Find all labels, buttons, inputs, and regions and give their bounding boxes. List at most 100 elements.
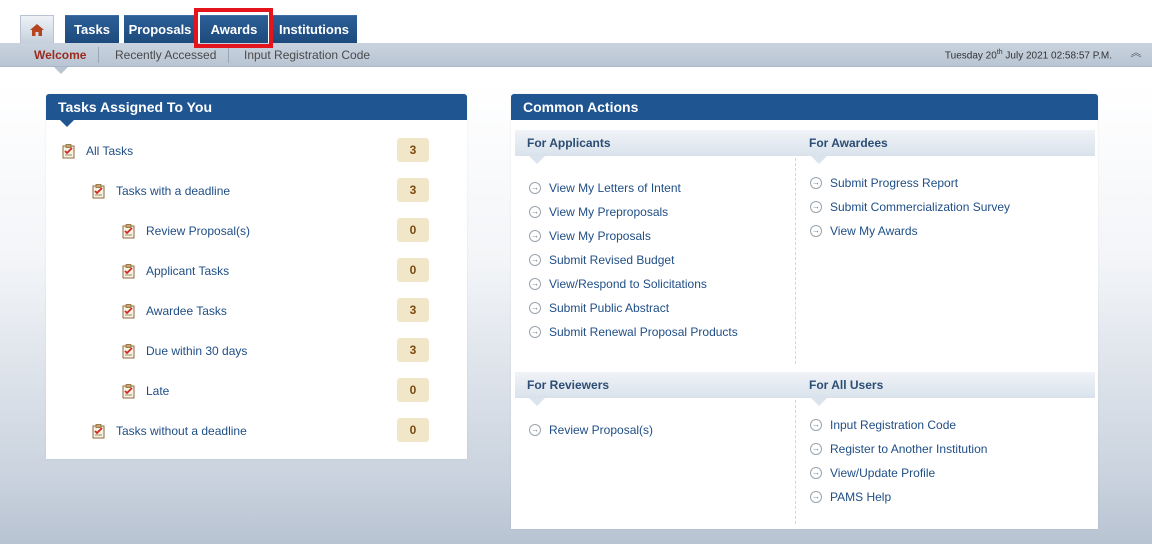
clipboard-check-icon <box>92 423 106 439</box>
task-count-badge: 3 <box>397 178 429 202</box>
action-link[interactable]: → View My Awards <box>810 223 918 239</box>
action-link[interactable]: → View My Letters of Intent <box>529 180 681 196</box>
current-datetime: Tuesday 20th July 2021 02:58:57 P.M. <box>945 49 1112 61</box>
task-row[interactable]: Tasks without a deadline <box>92 419 247 443</box>
action-link-label[interactable]: Submit Public Abstract <box>549 301 669 315</box>
actions-panel-title: Common Actions <box>523 99 639 115</box>
action-link-label[interactable]: Submit Commercialization Survey <box>830 200 1010 214</box>
header-notch <box>60 120 74 127</box>
arrow-right-icon: → <box>810 443 822 455</box>
task-label[interactable]: Due within 30 days <box>146 344 247 358</box>
task-label[interactable]: Review Proposal(s) <box>146 224 250 238</box>
section-notch <box>529 398 545 406</box>
tab-awards[interactable]: Awards <box>200 15 268 43</box>
collapse-icon[interactable]: ︽ <box>1129 48 1143 63</box>
task-row[interactable]: Tasks with a deadline <box>92 179 230 203</box>
common-actions-panel: Common Actions For Applicants For Awarde… <box>511 94 1098 529</box>
arrow-right-icon: → <box>529 254 541 266</box>
tab-proposals[interactable]: Proposals <box>124 15 196 43</box>
subnav-recently-accessed[interactable]: Recently Accessed <box>115 48 216 62</box>
clipboard-check-icon <box>92 183 106 199</box>
subnav-divider <box>98 47 99 63</box>
section-notch <box>811 156 827 164</box>
clipboard-check-icon <box>122 383 136 399</box>
section-notch <box>811 398 827 406</box>
clipboard-check-icon <box>122 263 136 279</box>
task-label[interactable]: Applicant Tasks <box>146 264 229 278</box>
action-link-label[interactable]: View/Respond to Solicitations <box>549 277 707 291</box>
arrow-right-icon: → <box>810 201 822 213</box>
action-link-label[interactable]: View My Proposals <box>549 229 651 243</box>
for-applicants-header: For Applicants <box>515 130 797 164</box>
for-awardees-title: For Awardees <box>809 136 888 150</box>
task-label[interactable]: Tasks with a deadline <box>116 184 230 198</box>
tasks-panel-title: Tasks Assigned To You <box>58 99 213 115</box>
action-link-label[interactable]: Submit Progress Report <box>830 176 958 190</box>
actions-panel-header: Common Actions <box>511 94 1098 120</box>
for-reviewers-header: For Reviewers <box>515 372 797 406</box>
task-label[interactable]: Awardee Tasks <box>146 304 227 318</box>
arrow-right-icon: → <box>529 206 541 218</box>
section-divider <box>795 400 796 524</box>
subnav-welcome[interactable]: Welcome <box>34 48 86 62</box>
arrow-right-icon: → <box>810 419 822 431</box>
arrow-right-icon: → <box>529 230 541 242</box>
action-link[interactable]: → Register to Another Institution <box>810 441 987 457</box>
arrow-right-icon: → <box>810 177 822 189</box>
subnav-divider <box>228 47 229 63</box>
action-link[interactable]: → Submit Renewal Proposal Products <box>529 324 738 340</box>
arrow-right-icon: → <box>529 424 541 436</box>
action-link-label[interactable]: Submit Renewal Proposal Products <box>549 325 738 339</box>
task-row[interactable]: Awardee Tasks <box>122 299 227 323</box>
task-label[interactable]: Late <box>146 384 169 398</box>
datetime-rest: July 2021 02:58:57 P.M. <box>1002 50 1112 62</box>
task-row[interactable]: All Tasks <box>62 139 133 163</box>
task-row[interactable]: Due within 30 days <box>122 339 247 363</box>
action-link-label[interactable]: PAMS Help <box>830 490 891 504</box>
action-link[interactable]: → View/Update Profile <box>810 465 935 481</box>
action-link-label[interactable]: Submit Revised Budget <box>549 253 674 267</box>
arrow-right-icon: → <box>529 182 541 194</box>
tab-institutions[interactable]: Institutions <box>271 15 357 43</box>
action-link-label[interactable]: View/Update Profile <box>830 466 935 480</box>
arrow-right-icon: → <box>810 225 822 237</box>
for-all-users-header: For All Users <box>797 372 1095 406</box>
action-link[interactable]: → Submit Public Abstract <box>529 300 669 316</box>
action-link-label[interactable]: View My Letters of Intent <box>549 181 681 195</box>
action-link[interactable]: → View My Proposals <box>529 228 651 244</box>
sub-navigation: Welcome Recently Accessed Input Registra… <box>0 43 1152 67</box>
action-link-label[interactable]: Register to Another Institution <box>830 442 987 456</box>
clipboard-check-icon <box>122 223 136 239</box>
tasks-panel-header: Tasks Assigned To You <box>46 94 467 127</box>
task-label[interactable]: Tasks without a deadline <box>116 424 247 438</box>
action-link[interactable]: → Submit Progress Report <box>810 175 958 191</box>
task-row[interactable]: Review Proposal(s) <box>122 219 250 243</box>
task-row[interactable]: Applicant Tasks <box>122 259 229 283</box>
task-count-badge: 0 <box>397 258 429 282</box>
subnav-input-registration-code[interactable]: Input Registration Code <box>244 48 370 62</box>
datetime-date: Tuesday 20 <box>944 50 997 62</box>
task-row[interactable]: Late <box>122 379 169 403</box>
home-tab[interactable] <box>20 15 54 43</box>
arrow-right-icon: → <box>529 278 541 290</box>
action-link[interactable]: → View My Preproposals <box>529 204 668 220</box>
task-count-badge: 0 <box>397 378 429 402</box>
tab-tasks[interactable]: Tasks <box>65 15 119 43</box>
arrow-right-icon: → <box>529 302 541 314</box>
arrow-right-icon: → <box>810 491 822 503</box>
action-link[interactable]: → Submit Commercialization Survey <box>810 199 1010 215</box>
action-link[interactable]: → View/Respond to Solicitations <box>529 276 707 292</box>
action-link[interactable]: → PAMS Help <box>810 489 891 505</box>
task-count-badge: 0 <box>397 218 429 242</box>
task-label[interactable]: All Tasks <box>86 144 133 158</box>
action-link[interactable]: → Input Registration Code <box>810 417 956 433</box>
action-link[interactable]: → Submit Revised Budget <box>529 252 674 268</box>
action-link[interactable]: → Review Proposal(s) <box>529 422 653 438</box>
action-link-label[interactable]: View My Preproposals <box>549 205 668 219</box>
action-link-label[interactable]: Review Proposal(s) <box>549 423 653 437</box>
action-link-label[interactable]: Input Registration Code <box>830 418 956 432</box>
clipboard-check-icon <box>62 143 76 159</box>
task-count-badge: 3 <box>397 338 429 362</box>
section-notch <box>529 156 545 164</box>
action-link-label[interactable]: View My Awards <box>830 224 918 238</box>
